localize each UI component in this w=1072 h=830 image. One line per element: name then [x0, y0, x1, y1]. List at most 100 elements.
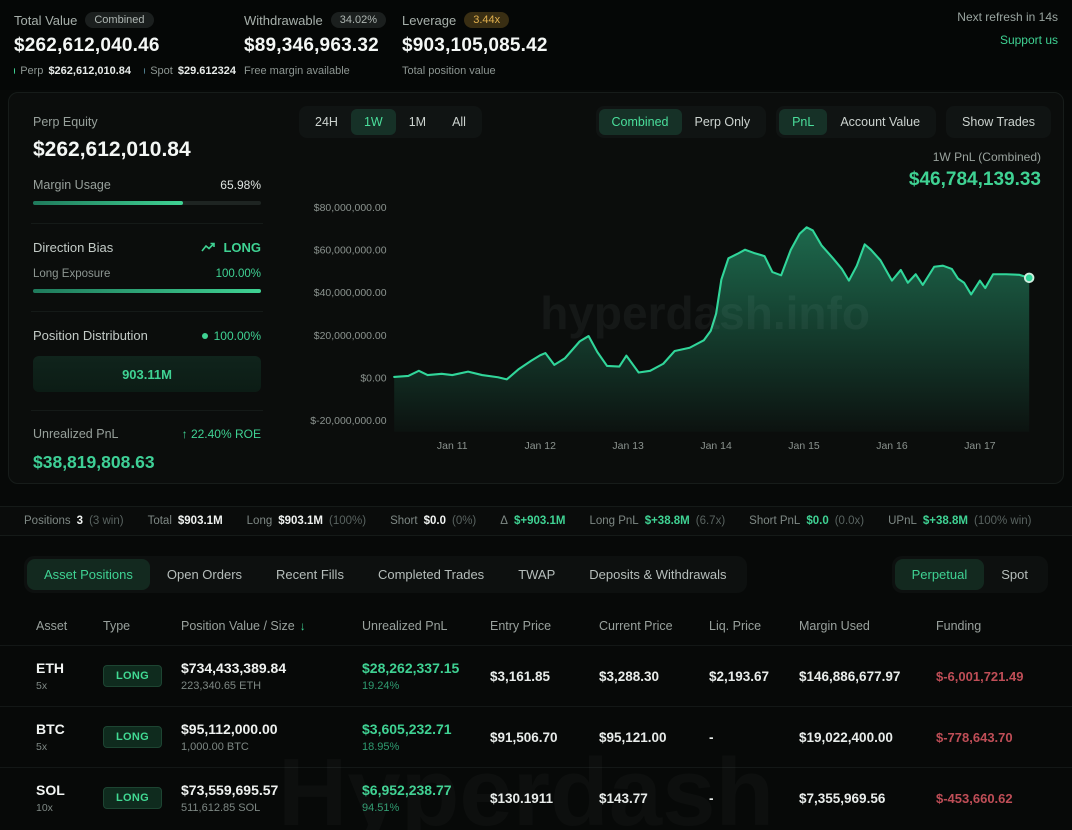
summary-value: $0.0	[424, 515, 446, 527]
x-axis-tick: Jan 17	[964, 441, 996, 452]
y-axis-tick: $40,000,000.00	[314, 288, 387, 299]
show-trades-button[interactable]: Show Trades	[949, 109, 1048, 135]
position-value-cell: $734,433,389.84223,340.65 ETH	[181, 660, 362, 692]
funding-cell: $-778,643.70	[936, 730, 1036, 745]
margin-used-cell-main: $7,355,969.56	[799, 791, 936, 806]
unrealized-pnl-cell: $6,952,238.77 94.51%	[362, 782, 490, 814]
position-value-cell-sub: 1,000.00 BTC	[181, 741, 362, 753]
tab-recent-fills[interactable]: Recent Fills	[259, 559, 361, 590]
summary-item-total: Total$903.1M	[148, 515, 223, 527]
position-row-btc[interactable]: BTC5xLONG$95,112,000.001,000.00 BTC$3,60…	[0, 706, 1072, 767]
position-row-sol[interactable]: SOL10xLONG$73,559,695.57511,612.85 SOL$6…	[0, 767, 1072, 828]
position-value-cell: $95,112,000.00 1,000.00 BTC	[181, 721, 362, 753]
tab-open-orders[interactable]: Open Orders	[150, 559, 259, 590]
unrealized-pnl-cell-sub: 19.24%	[362, 680, 490, 692]
summary-extra: (3 win)	[89, 515, 124, 527]
pnl-line-chart[interactable]: $80,000,000.00$60,000,000.00$40,000,000.…	[299, 191, 1051, 463]
column-header-type[interactable]: Type	[103, 619, 181, 633]
long-badge: LONG	[103, 787, 162, 809]
position-value-cell-main: $95,112,000.00	[181, 721, 362, 737]
range-tab-1m[interactable]: 1M	[396, 109, 439, 135]
total-value-stat: Total Value Combined $262,612,040.46 Per…	[14, 12, 244, 78]
combined-badge[interactable]: Combined	[85, 12, 153, 28]
pnl-chart-area[interactable]: hyperdash.info $80,000,000.00$60,000,000…	[299, 191, 1051, 468]
column-header-position-value-size[interactable]: Position Value / Size↓	[181, 619, 362, 633]
column-label: Asset	[36, 619, 67, 633]
column-header-current-price[interactable]: Current Price	[599, 619, 709, 633]
support-us-link[interactable]: Support us	[957, 33, 1058, 47]
divider	[31, 223, 263, 224]
funding-cell-main: $-6,001,721.49	[936, 669, 1036, 684]
tab-completed-trades[interactable]: Completed Trades	[361, 559, 501, 590]
spot-label: Spot	[150, 65, 173, 77]
column-header-margin-used[interactable]: Margin Used	[799, 619, 936, 633]
column-header-funding[interactable]: Funding	[936, 619, 1036, 633]
x-axis-tick: Jan 11	[437, 441, 468, 452]
position-value-cell-main: $73,559,695.57	[181, 782, 362, 798]
x-axis-tick: Jan 15	[788, 441, 820, 452]
unrealized-pnl-label: Unrealized PnL	[33, 427, 118, 441]
mode-tab-combined[interactable]: Combined	[599, 109, 682, 135]
view-toggle-group: PnLAccount Value	[776, 106, 936, 138]
x-axis-tick: Jan 16	[876, 441, 908, 452]
chart-pnl-label: 1W PnL (Combined)	[299, 150, 1041, 164]
column-label: Current Price	[599, 619, 673, 633]
current-price-cell: $95,121.00	[599, 730, 709, 745]
chart-controls: 24H1W1MAll CombinedPerp Only PnLAccount …	[299, 106, 1051, 138]
funding-cell-main: $-453,660.62	[936, 791, 1036, 806]
divider	[31, 311, 263, 312]
refresh-countdown: Next refresh in 14s	[957, 10, 1058, 24]
x-axis-tick: Jan 14	[700, 441, 732, 452]
column-header-asset[interactable]: Asset	[36, 619, 103, 633]
divider	[31, 410, 263, 411]
column-header-liq-price[interactable]: Liq. Price	[709, 619, 799, 633]
tab-twap[interactable]: TWAP	[501, 559, 572, 590]
funding-cell: $-6,001,721.49	[936, 669, 1036, 684]
y-axis-tick: $20,000,000.00	[314, 331, 387, 342]
tab-asset-positions[interactable]: Asset Positions	[27, 559, 150, 590]
entry-price-cell-main: $91,506.70	[490, 730, 599, 745]
summary-label: Long PnL	[589, 515, 638, 527]
withdrawable-stat: Withdrawable 34.02% $89,346,963.32 Free …	[244, 12, 402, 78]
y-axis-tick: $80,000,000.00	[314, 203, 387, 214]
column-label: Margin Used	[799, 619, 870, 633]
mode-toggle-group: CombinedPerp Only	[596, 106, 767, 138]
y-axis-tick: $-20,000,000.00	[310, 416, 386, 427]
column-label: Liq. Price	[709, 619, 761, 633]
market-toggle-group: PerpetualSpot	[892, 556, 1048, 593]
summary-value: $903.1M	[278, 515, 323, 527]
position-row-eth[interactable]: ETH5xLONG$734,433,389.84223,340.65 ETH$2…	[0, 645, 1072, 706]
margin-used-cell-main: $19,022,400.00	[799, 730, 936, 745]
current-price-cell-main: $95,121.00	[599, 730, 709, 745]
unrealized-pnl-cell-main: $6,952,238.77	[362, 782, 490, 798]
market-tab-spot[interactable]: Spot	[984, 559, 1045, 590]
position-distribution-box[interactable]: 903.11M	[33, 356, 261, 392]
distribution-dot-icon	[202, 333, 208, 339]
range-tab-1w[interactable]: 1W	[351, 109, 396, 135]
column-header-entry-price[interactable]: Entry Price	[490, 619, 599, 633]
funding-cell-main: $-778,643.70	[936, 730, 1036, 745]
view-tab-pnl[interactable]: PnL	[779, 109, 827, 135]
summary-value: $+903.1M	[514, 515, 565, 527]
leverage-sub: Total position value	[402, 65, 496, 77]
position-value-cell-main: $734,433,389.84	[181, 660, 362, 676]
x-axis-tick: Jan 12	[524, 441, 556, 452]
mode-tab-perp-only[interactable]: Perp Only	[682, 109, 764, 135]
long-exposure-value: 100.00%	[216, 268, 261, 280]
tab-deposits-withdrawals[interactable]: Deposits & Withdrawals	[572, 559, 743, 590]
entry-price-cell: $3,161.85	[490, 669, 599, 684]
market-tab-perpetual[interactable]: Perpetual	[895, 559, 985, 590]
liq-price-cell: -	[709, 730, 799, 745]
summary-value: $0.0	[806, 515, 828, 527]
range-tab-24h[interactable]: 24H	[302, 109, 351, 135]
unrealized-pnl-cell-sub: 94.51%	[362, 802, 490, 814]
margin-used-cell: $146,886,677.97	[799, 669, 936, 684]
column-header-unrealized-pnl[interactable]: Unrealized PnL	[362, 619, 490, 633]
spot-value: $29.612324	[178, 65, 236, 77]
time-range-group: 24H1W1MAll	[299, 106, 482, 138]
liq-price-cell-main: -	[709, 730, 799, 745]
entry-price-cell-main: $130.1911	[490, 791, 599, 806]
spot-dot-icon	[144, 68, 145, 74]
range-tab-all[interactable]: All	[439, 109, 479, 135]
view-tab-account-value[interactable]: Account Value	[827, 109, 933, 135]
